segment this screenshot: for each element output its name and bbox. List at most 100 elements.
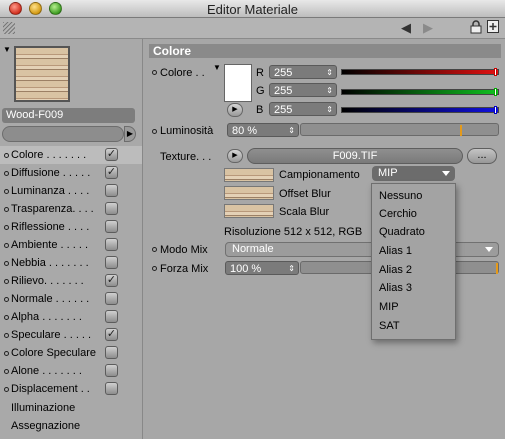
menu-item-sat[interactable]: SAT xyxy=(379,320,400,332)
forza-mix-slider-knob[interactable] xyxy=(496,263,498,274)
menu-item-quadrato[interactable]: Quadrato xyxy=(379,226,425,238)
red-slider-knob[interactable] xyxy=(494,68,497,76)
green-slider-knob[interactable] xyxy=(494,88,497,96)
menu-item-cerchio[interactable]: Cerchio xyxy=(379,208,417,220)
channel-checkbox[interactable] xyxy=(105,382,118,395)
color-swatch[interactable] xyxy=(224,64,252,102)
triangle-down-icon[interactable]: ▼ xyxy=(213,63,221,72)
texture-label: Texture. . . xyxy=(160,151,212,163)
arrow-right-icon[interactable]: ▶ xyxy=(416,20,440,36)
channel-label: Alone . . . . . . . xyxy=(11,365,82,377)
channel-item[interactable]: Luminanza . . . . xyxy=(0,182,142,200)
blue-slider-knob[interactable] xyxy=(494,106,497,114)
channel-item[interactable]: Ambiente . . . . . xyxy=(0,236,142,254)
channel-label: Trasparenza. . . . xyxy=(11,203,94,215)
texture-file-button[interactable]: F009.TIF xyxy=(247,148,463,164)
channel-checkbox[interactable] xyxy=(105,292,118,305)
illuminazione-item[interactable]: Illuminazione xyxy=(11,402,75,414)
texture-browse-button[interactable]: ... xyxy=(467,148,497,164)
animation-dot-icon[interactable] xyxy=(152,247,157,252)
channel-checkbox[interactable] xyxy=(105,364,118,377)
color-picker-button[interactable]: ▶ xyxy=(227,103,243,117)
stepper-icon[interactable]: ⇕ xyxy=(326,66,333,80)
grip-icon[interactable] xyxy=(3,22,15,34)
channel-item[interactable]: Colore . . . . . . . ✓ xyxy=(0,146,142,164)
channel-label: Speculare . . . . . xyxy=(11,329,92,341)
chevron-down-icon xyxy=(442,171,450,176)
blue-slider[interactable] xyxy=(341,107,499,113)
channel-item[interactable]: Speculare . . . . . ✓ xyxy=(0,326,142,344)
channel-item[interactable]: Nebbia . . . . . . . xyxy=(0,254,142,272)
resolution-text: Risoluzione 512 x 512, RGB xyxy=(224,226,363,238)
channel-checkbox[interactable] xyxy=(105,220,118,233)
luminosita-label: Luminosità xyxy=(160,125,214,137)
luminosita-slider[interactable] xyxy=(300,123,499,136)
animation-dot-icon[interactable] xyxy=(152,266,157,271)
modo-mix-select[interactable]: Normale xyxy=(225,242,499,257)
channel-item[interactable]: Colore Speculare xyxy=(0,344,142,362)
channel-item[interactable]: Displacement . . xyxy=(0,380,142,398)
animation-dot-icon xyxy=(4,333,9,338)
luminosita-field[interactable]: 80 % ⇕ xyxy=(227,123,299,137)
animation-dot-icon xyxy=(4,189,9,194)
channel-checkbox[interactable]: ✓ xyxy=(105,148,118,161)
channel-item[interactable]: Riflessione . . . . xyxy=(0,218,142,236)
channel-scrollbar[interactable] xyxy=(2,126,124,142)
g-value-field[interactable]: 255 ⇕ xyxy=(269,83,337,97)
channel-checkbox[interactable]: ✓ xyxy=(105,274,118,287)
new-window-icon[interactable] xyxy=(486,20,500,36)
channel-item[interactable]: Rilievo. . . . . . . ✓ xyxy=(0,272,142,290)
triangle-down-icon[interactable]: ▼ xyxy=(3,45,11,54)
channel-item[interactable]: Trasparenza. . . . xyxy=(0,200,142,218)
channel-label: Rilievo. . . . . . . xyxy=(11,275,84,287)
animation-dot-icon[interactable] xyxy=(152,129,157,134)
menu-item-nessuno[interactable]: Nessuno xyxy=(379,190,422,202)
channel-item[interactable]: Alpha . . . . . . . xyxy=(0,308,142,326)
channel-checkbox[interactable]: ✓ xyxy=(105,166,118,179)
channel-item[interactable]: Alone . . . . . . . xyxy=(0,362,142,380)
scala-blur-label: Scala Blur xyxy=(279,206,330,218)
animation-dot-icon xyxy=(4,225,9,230)
forza-mix-field[interactable]: 100 % ⇕ xyxy=(225,261,299,275)
forza-mix-label: Forza Mix xyxy=(160,263,209,275)
channel-checkbox[interactable] xyxy=(105,202,118,215)
channel-label: Nebbia . . . . . . . xyxy=(11,257,89,269)
animation-dot-icon[interactable] xyxy=(152,70,157,75)
channel-checkbox[interactable] xyxy=(105,310,118,323)
channel-label: Colore . . . . . . . xyxy=(11,149,87,161)
stepper-icon[interactable]: ⇕ xyxy=(326,103,333,117)
b-value-field[interactable]: 255 ⇕ xyxy=(269,102,337,116)
channel-label: Luminanza . . . . xyxy=(11,185,90,197)
menu-item-alias-3[interactable]: Alias 3 xyxy=(379,282,412,294)
menu-item-alias-1[interactable]: Alias 1 xyxy=(379,245,412,257)
campionamento-select[interactable]: MIP xyxy=(372,166,455,181)
animation-dot-icon xyxy=(4,171,9,176)
channel-checkbox[interactable] xyxy=(105,256,118,269)
texture-menu-button[interactable]: ▶ xyxy=(227,149,243,163)
scroll-right-button[interactable]: ▶ xyxy=(124,126,136,142)
luminosita-slider-knob[interactable] xyxy=(460,125,462,136)
menu-item-alias-2[interactable]: Alias 2 xyxy=(379,264,412,276)
arrow-left-icon[interactable]: ◀ xyxy=(398,20,414,36)
stepper-icon[interactable]: ⇕ xyxy=(326,84,333,98)
channel-checkbox[interactable] xyxy=(105,238,118,251)
stepper-icon[interactable]: ⇕ xyxy=(288,262,295,276)
lock-icon[interactable] xyxy=(469,20,483,36)
assegnazione-item[interactable]: Assegnazione xyxy=(11,420,80,432)
channel-checkbox[interactable]: ✓ xyxy=(105,328,118,341)
channel-checkbox[interactable] xyxy=(105,184,118,197)
colore-label: Colore . . xyxy=(160,67,205,79)
channel-item[interactable]: Diffusione . . . . . ✓ xyxy=(0,164,142,182)
stepper-icon[interactable]: ⇕ xyxy=(288,124,295,138)
material-preview[interactable] xyxy=(14,46,70,102)
channel-item[interactable]: Normale . . . . . . xyxy=(0,290,142,308)
r-value-field[interactable]: 255 ⇕ xyxy=(269,65,337,79)
menu-item-mip[interactable]: MIP xyxy=(379,301,399,313)
channel-checkbox[interactable] xyxy=(105,346,118,359)
channel-label: Riflessione . . . . xyxy=(11,221,90,233)
title-bar: Editor Materiale xyxy=(0,0,505,18)
animation-dot-icon xyxy=(4,261,9,266)
material-name-field[interactable]: Wood-F009 xyxy=(2,108,135,123)
red-slider[interactable] xyxy=(341,69,499,75)
green-slider[interactable] xyxy=(341,89,499,95)
